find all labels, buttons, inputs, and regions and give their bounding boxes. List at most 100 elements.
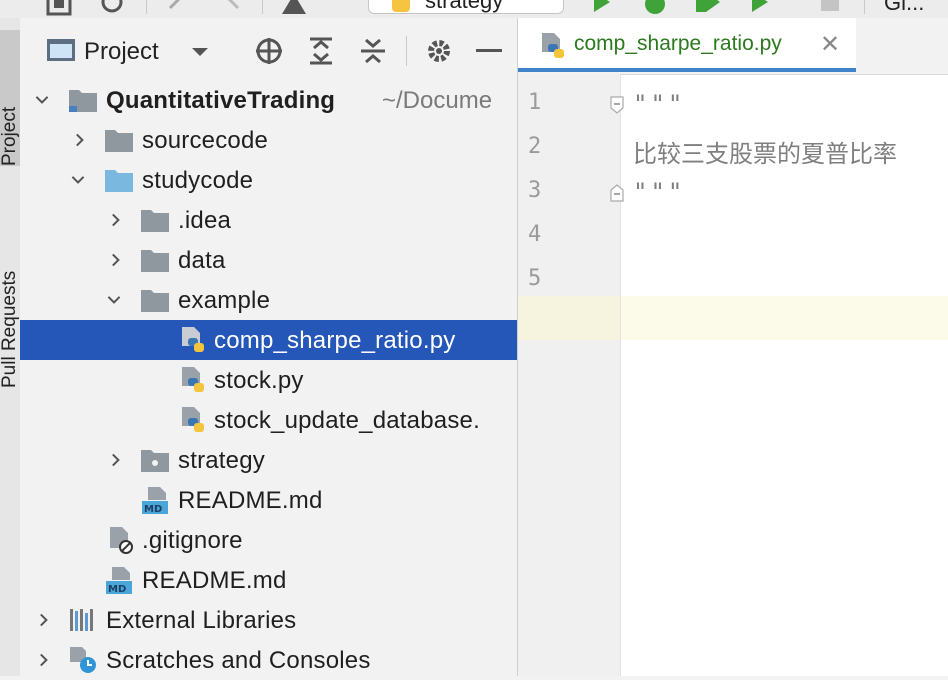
stop-icon[interactable]: [818, 0, 844, 16]
tree-row-readme-root[interactable]: MD README.md: [20, 560, 517, 600]
folder-icon: [105, 130, 133, 152]
tree-label: QuantitativeTrading: [106, 87, 336, 114]
python-file-icon: [182, 327, 204, 352]
tree-label: data: [178, 247, 226, 274]
pull-requests-tool-tab-label: Pull Requests: [0, 270, 20, 388]
tree-label: Scratches and Consoles: [106, 647, 371, 674]
python-config-icon: [392, 0, 410, 12]
chevron-right-icon[interactable]: [72, 130, 88, 150]
header-separator: [406, 36, 407, 66]
line-number: 3: [528, 178, 542, 203]
expand-all-icon[interactable]: [306, 36, 336, 66]
project-panel-header: Project: [20, 18, 517, 80]
structure-icon[interactable]: [44, 0, 74, 16]
chevron-right-icon[interactable]: [108, 210, 124, 230]
markdown-file-icon: MD: [142, 487, 168, 514]
project-tool-window: Project QuantitativeTrading ~/Docume sou…: [20, 18, 518, 676]
editor-tab-comp-sharpe-ratio[interactable]: comp_sharpe_ratio.py ✕: [518, 18, 856, 72]
chevron-down-icon[interactable]: [34, 90, 50, 110]
tree-label: stock.py: [214, 367, 304, 394]
run-config-label: strategy: [425, 0, 504, 13]
locate-target-icon[interactable]: [254, 36, 284, 66]
project-path-hint: ~/Docume: [382, 87, 493, 114]
python-file-icon: [542, 33, 564, 58]
project-window-icon: [47, 39, 75, 61]
editor-tab-bar: comp_sharpe_ratio.py ✕: [518, 18, 948, 75]
tree-row-gitignore[interactable]: .gitignore: [20, 520, 517, 560]
tree-row-scratches[interactable]: Scratches and Consoles: [20, 640, 517, 680]
gear-icon[interactable]: [424, 36, 454, 66]
tree-row-stock-update-database[interactable]: stock_update_database.: [20, 400, 517, 440]
chevron-down-icon[interactable]: [106, 290, 122, 310]
tree-row-data[interactable]: data: [20, 240, 517, 280]
folder-icon: [141, 210, 169, 232]
tree-row-comp-sharpe-ratio[interactable]: comp_sharpe_ratio.py: [20, 320, 517, 360]
profile-icon[interactable]: [746, 0, 776, 16]
chevron-down-icon[interactable]: [70, 170, 86, 190]
tree-label: stock_update_database.: [214, 407, 480, 434]
tree-label: example: [178, 287, 271, 314]
python-file-icon: [182, 367, 204, 392]
project-tool-tab[interactable]: Project: [0, 30, 20, 166]
left-tool-strip: Project Pull Requests: [0, 18, 21, 676]
tree-row-readme-study[interactable]: MD README.md: [20, 480, 517, 520]
project-panel-title[interactable]: Project: [84, 38, 159, 66]
code-line: """: [633, 90, 686, 118]
line-number: 5: [528, 266, 542, 291]
chevron-right-icon[interactable]: [36, 610, 52, 630]
tree-row-quantitativetrading[interactable]: QuantitativeTrading ~/Docume: [20, 80, 517, 120]
forward-icon[interactable]: [220, 0, 250, 16]
chevron-right-icon[interactable]: [36, 650, 52, 670]
markdown-file-icon: MD: [106, 567, 132, 594]
code-line: """: [633, 178, 686, 206]
tree-row-stock-py[interactable]: stock.py: [20, 360, 517, 400]
tree-row-studycode[interactable]: studycode: [20, 160, 517, 200]
debug-icon[interactable]: [640, 0, 670, 16]
hide-panel-icon[interactable]: [476, 48, 502, 54]
tree-label: strategy: [178, 447, 265, 474]
toolbar-separator: [146, 0, 147, 14]
main-toolbar: strategy Gi...: [0, 0, 948, 19]
back-icon[interactable]: [164, 0, 194, 16]
run-icon[interactable]: [590, 0, 614, 16]
tree-label: studycode: [142, 167, 254, 194]
tree-label: README.md: [142, 567, 287, 594]
pull-requests-tool-tab[interactable]: Pull Requests: [0, 188, 20, 388]
code-editor[interactable]: """ 比较三支股票的夏普比率 """: [621, 74, 948, 676]
coverage-icon[interactable]: [694, 0, 724, 16]
folder-icon: [141, 250, 169, 272]
search-icon[interactable]: [98, 0, 128, 16]
line-number: 2: [528, 134, 542, 159]
tree-label: .gitignore: [142, 527, 243, 554]
chevron-right-icon[interactable]: [108, 250, 124, 270]
git-toolbar-label[interactable]: Gi...: [884, 0, 924, 16]
tree-row-external-libraries[interactable]: External Libraries: [20, 600, 517, 640]
tree-row-strategy[interactable]: strategy: [20, 440, 517, 480]
tree-label: sourcecode: [142, 127, 269, 154]
ignored-file-icon: [110, 527, 133, 554]
project-tool-tab-label: Project: [0, 106, 20, 166]
folder-icon: [141, 290, 169, 312]
build-icon[interactable]: [280, 0, 310, 16]
current-line-gutter-highlight: [518, 296, 620, 340]
source-folder-icon: [105, 170, 133, 192]
line-number: 1: [528, 90, 542, 115]
library-icon: [70, 609, 93, 631]
package-folder-icon: [141, 450, 169, 472]
tree-row-sourcecode[interactable]: sourcecode: [20, 120, 517, 160]
tree-row-idea[interactable]: .idea: [20, 200, 517, 240]
scratches-icon: [70, 647, 96, 673]
line-number: 4: [528, 222, 542, 247]
svg-text:MD: MD: [108, 584, 126, 594]
tree-row-example[interactable]: example: [20, 280, 517, 320]
chevron-right-icon[interactable]: [108, 450, 124, 470]
chevron-down-icon[interactable]: [190, 46, 210, 60]
editor-pane: comp_sharpe_ratio.py ✕ 1 2 3 4 5 """ 比较三…: [518, 18, 948, 676]
svg-text:MD: MD: [144, 504, 162, 514]
toolbar-separator: [864, 0, 865, 14]
toolbar-separator: [262, 0, 263, 14]
collapse-all-icon[interactable]: [358, 36, 388, 66]
python-file-icon: [182, 407, 204, 432]
tree-label: comp_sharpe_ratio.py: [214, 327, 456, 354]
close-icon[interactable]: ✕: [820, 30, 840, 59]
